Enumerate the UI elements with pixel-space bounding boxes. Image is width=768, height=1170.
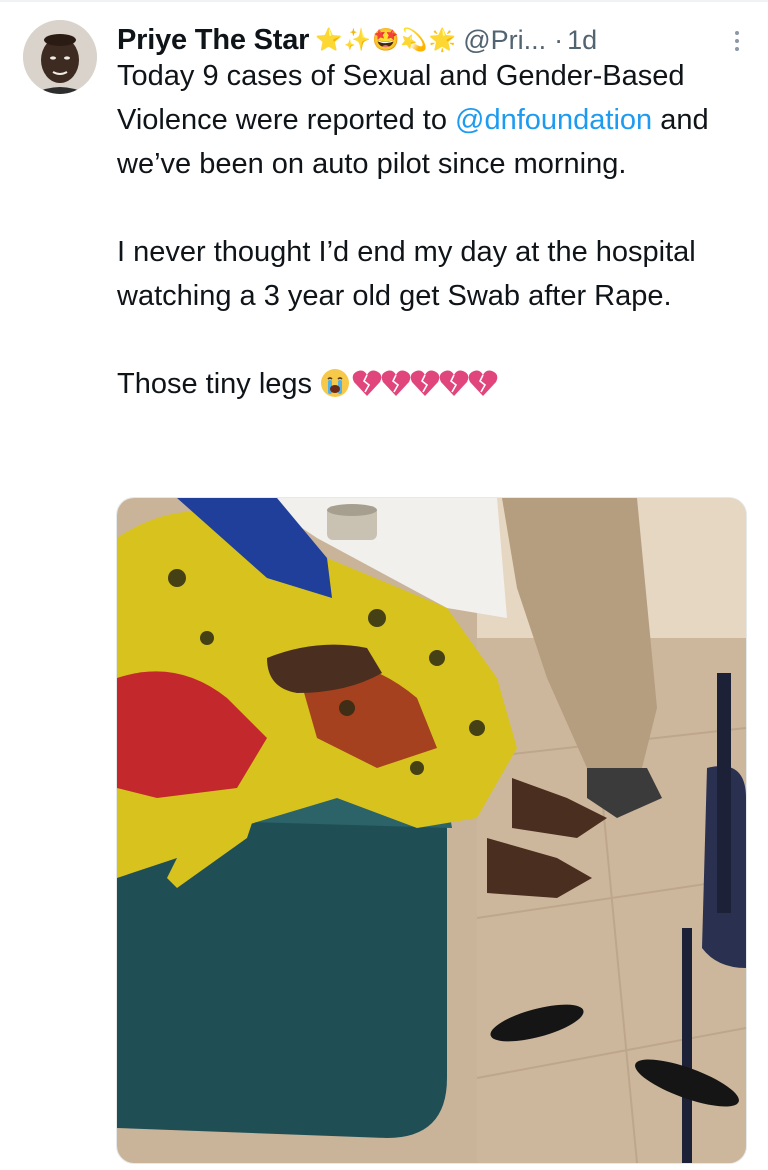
tweet-paragraph-2: I never thought I’d end my day at the ho… xyxy=(117,236,696,312)
author-handle[interactable]: @Pri... xyxy=(463,25,546,56)
top-divider xyxy=(0,0,768,2)
tweet-paragraph-1: Today 9 cases of Sexual and Gender-Based… xyxy=(117,54,745,186)
mention-link[interactable]: @dnfoundation xyxy=(455,104,652,136)
tweet-photo[interactable] xyxy=(116,497,747,1164)
tweet-paragraph-3: Those tiny legs xyxy=(117,362,745,411)
name-emojis: ⭐✨🤩💫🌟 xyxy=(315,27,458,53)
avatar[interactable] xyxy=(23,20,97,94)
more-vertical-icon[interactable] xyxy=(727,26,747,56)
separator-dot: · xyxy=(554,24,564,55)
tweet-text: Today 9 cases of Sexual and Gender-Based… xyxy=(117,54,745,411)
text-para3: Those tiny legs xyxy=(117,368,313,400)
timestamp[interactable]: 1d xyxy=(567,25,597,56)
crying-face-icon xyxy=(320,367,350,397)
broken-hearts xyxy=(352,367,502,411)
author-name[interactable]: Priye The Star xyxy=(117,24,309,57)
